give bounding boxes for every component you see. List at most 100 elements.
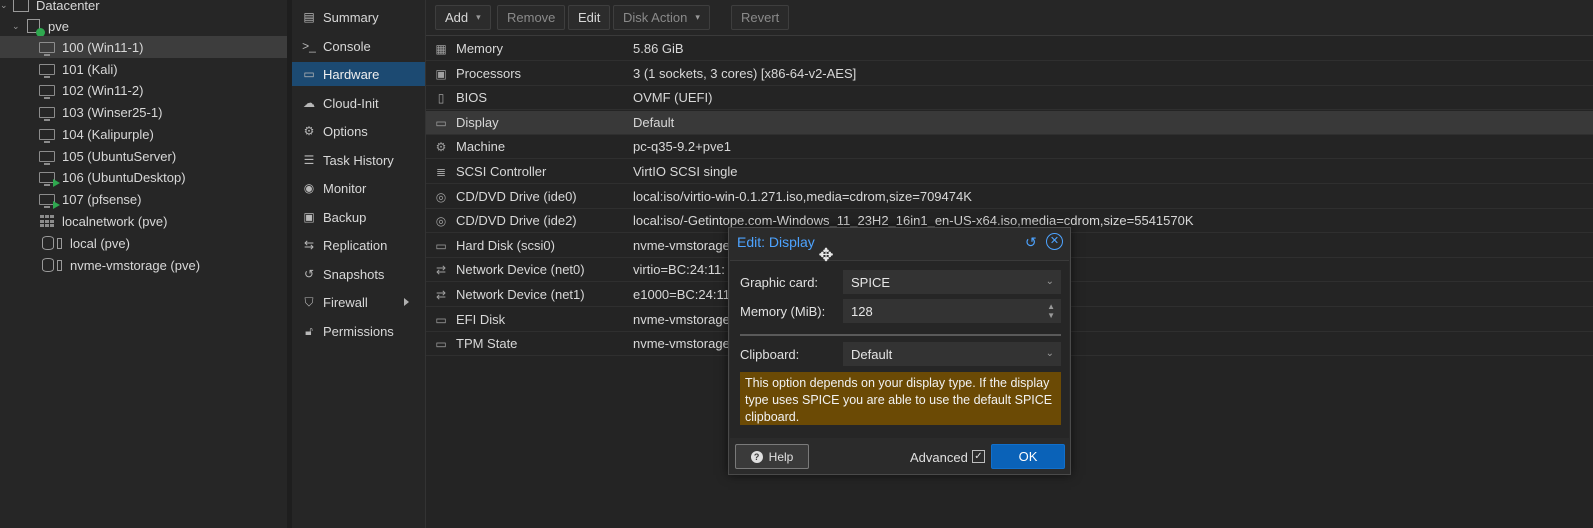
divider	[740, 334, 1061, 336]
chevron-down-icon[interactable]: ⌄	[1046, 348, 1054, 359]
nav-item-permissions[interactable]: 🔓︎ Permissions	[292, 319, 425, 343]
chevron-down-icon: ▾	[476, 12, 481, 22]
nav-label: Replication	[323, 237, 388, 253]
memory-label: Memory (MiB):	[740, 304, 826, 319]
hardware-row-scsi-controller[interactable]: ≣ SCSI Controller VirtIO SCSI single	[426, 160, 1593, 184]
book-icon: ▤	[303, 10, 315, 24]
nav-item-options[interactable]: ⚙ Options	[292, 119, 425, 143]
dialog-footer: ? Help Advanced ✓ OK	[729, 439, 1070, 475]
shield-icon: ⛉	[304, 294, 314, 309]
close-icon[interactable]: ✕	[1046, 233, 1063, 250]
nav-item-task-history[interactable]: ☰ Task History	[292, 148, 425, 172]
expand-caret-icon[interactable]: ⌄	[0, 0, 10, 11]
hardware-value: virtio=BC:24:11:	[633, 262, 725, 277]
hardware-row-display[interactable]: ▭ Display Default	[426, 111, 1593, 135]
dialog-header[interactable]: Edit: Display ↺ ✕	[729, 228, 1070, 258]
advanced-label[interactable]: Advanced	[910, 450, 968, 465]
expand-caret-icon[interactable]: ⌄	[12, 21, 22, 32]
tree-item-vm[interactable]: 105 (UbuntuServer)	[0, 145, 287, 167]
hardware-row-processors[interactable]: ▣ Processors 3 (1 sockets, 3 cores) [x86…	[426, 62, 1593, 86]
tree-item-vm[interactable]: 100 (Win11-1)	[0, 36, 287, 58]
hardware-row-machine[interactable]: ⚙ Machine pc-q35-9.2+pve1	[426, 135, 1593, 159]
tree-label: 100 (Win11-1)	[62, 39, 144, 55]
nav-item-replication[interactable]: ⇆ Replication	[292, 233, 425, 257]
hardware-name: Machine	[456, 139, 506, 154]
expand-arrow-icon[interactable]	[404, 298, 409, 306]
tree-label: 105 (UbuntuServer)	[62, 148, 177, 164]
eye-icon: ◉	[303, 181, 315, 195]
list-icon: ☰	[303, 153, 315, 167]
tree-item-datacenter[interactable]: ⌄ Datacenter	[0, 0, 287, 16]
hardware-name: Network Device (net1)	[456, 287, 585, 302]
tree-item-vm[interactable]: 104 (Kalipurple)	[0, 123, 287, 145]
reset-icon[interactable]: ↺	[1025, 234, 1037, 251]
chevron-down-icon: ▾	[695, 12, 700, 22]
nav-item-cloud-init[interactable]: ☁ Cloud-Init	[292, 91, 425, 115]
add-button[interactable]: Add ▾	[435, 5, 491, 30]
tree-item-network[interactable]: localnetwork (pve)	[0, 210, 287, 232]
graphic-card-select[interactable]: SPICE ⌄	[843, 270, 1061, 294]
desktop-icon: ▭	[303, 67, 315, 81]
machine-icon: ⚙	[435, 139, 447, 154]
spinner-arrows-icon[interactable]: ▲ ▼	[1047, 302, 1055, 320]
harddisk-icon: ▭	[435, 312, 447, 327]
question-icon: ?	[750, 450, 763, 463]
cpu-icon: ▣	[435, 66, 447, 81]
history-icon: ↺	[303, 267, 315, 281]
resource-tree: ⌄ Datacenter ⌄ pve 100 (Win11-1) 101 (Ka…	[0, 0, 287, 528]
nav-item-snapshots[interactable]: ↺ Snapshots	[292, 262, 425, 286]
remove-button[interactable]: Remove	[497, 5, 566, 30]
nav-item-backup[interactable]: ▣ Backup	[292, 205, 425, 229]
nav-label: Task History	[323, 152, 394, 168]
nav-item-console[interactable]: >_ Console	[292, 34, 425, 58]
tree-item-node-pve[interactable]: ⌄ pve	[0, 15, 287, 37]
nav-item-summary[interactable]: ▤ Summary	[292, 5, 425, 29]
vm-monitor-icon	[38, 127, 56, 143]
nav-label: Summary	[323, 9, 379, 25]
floppy-icon: ▣	[303, 210, 315, 224]
node-icon	[24, 19, 45, 37]
tree-label: 107 (pfsense)	[62, 191, 142, 207]
datacenter-icon	[12, 0, 30, 12]
cdrom-icon: ◎	[435, 213, 447, 228]
disk-action-button[interactable]: Disk Action ▾	[613, 5, 710, 30]
edit-display-dialog: Edit: Display ↺ ✕ Graphic card: SPICE ⌄ …	[728, 227, 1071, 475]
advanced-checkbox[interactable]: ✓	[972, 450, 985, 463]
dialog-title: Edit: Display	[737, 234, 815, 250]
nav-item-hardware[interactable]: ▭ Hardware	[292, 62, 425, 86]
memory-input[interactable]: 128 ▲ ▼	[843, 299, 1061, 323]
clipboard-select[interactable]: Default ⌄	[843, 342, 1061, 366]
vm-monitor-icon	[38, 62, 56, 78]
hardware-row-memory[interactable]: ▦ Memory 5.86 GiB	[426, 37, 1593, 61]
tree-item-vm[interactable]: 102 (Win11-2)	[0, 79, 287, 101]
nav-item-firewall[interactable]: ⛉ Firewall	[292, 290, 425, 314]
hardware-value: pc-q35-9.2+pve1	[633, 139, 731, 154]
tree-item-storage[interactable]: nvme-vmstorage (pve)	[0, 254, 287, 276]
tree-item-storage[interactable]: local (pve)	[0, 232, 287, 254]
revert-button[interactable]: Revert	[731, 5, 790, 30]
tree-item-vm-running[interactable]: 107 (pfsense)	[0, 188, 287, 210]
bios-icon: ▯	[437, 90, 445, 105]
button-label: Edit	[578, 10, 601, 25]
hardware-row-cdrom-ide0[interactable]: ◎ CD/DVD Drive (ide0) local:iso/virtio-w…	[426, 185, 1593, 209]
hardware-name: BIOS	[456, 90, 488, 105]
ok-button[interactable]: OK	[991, 444, 1065, 469]
tree-item-vm[interactable]: 101 (Kali)	[0, 58, 287, 80]
nav-label: Snapshots	[323, 266, 385, 282]
chevron-down-icon[interactable]: ⌄	[1046, 276, 1054, 287]
database-icon: ≣	[435, 164, 447, 179]
hardware-name: TPM State	[456, 336, 518, 351]
cdrom-icon: ◎	[435, 189, 447, 204]
nav-label: Options	[323, 123, 368, 139]
edit-button[interactable]: Edit	[568, 5, 611, 30]
nav-label: Console	[323, 38, 371, 54]
tree-item-vm[interactable]: 103 (Winser25-1)	[0, 101, 287, 123]
help-button[interactable]: ? Help	[735, 444, 809, 469]
dialog-body: Graphic card: SPICE ⌄ Memory (MiB): 128 …	[730, 260, 1069, 438]
hardware-name: SCSI Controller	[456, 164, 547, 179]
nav-item-monitor[interactable]: ◉ Monitor	[292, 176, 425, 200]
nav-label: Backup	[323, 209, 367, 225]
hardware-row-bios[interactable]: ▯ BIOS OVMF (UEFI)	[426, 86, 1593, 110]
tree-item-vm-running[interactable]: 106 (UbuntuDesktop)	[0, 166, 287, 188]
network-icon: ⇄	[435, 287, 447, 302]
